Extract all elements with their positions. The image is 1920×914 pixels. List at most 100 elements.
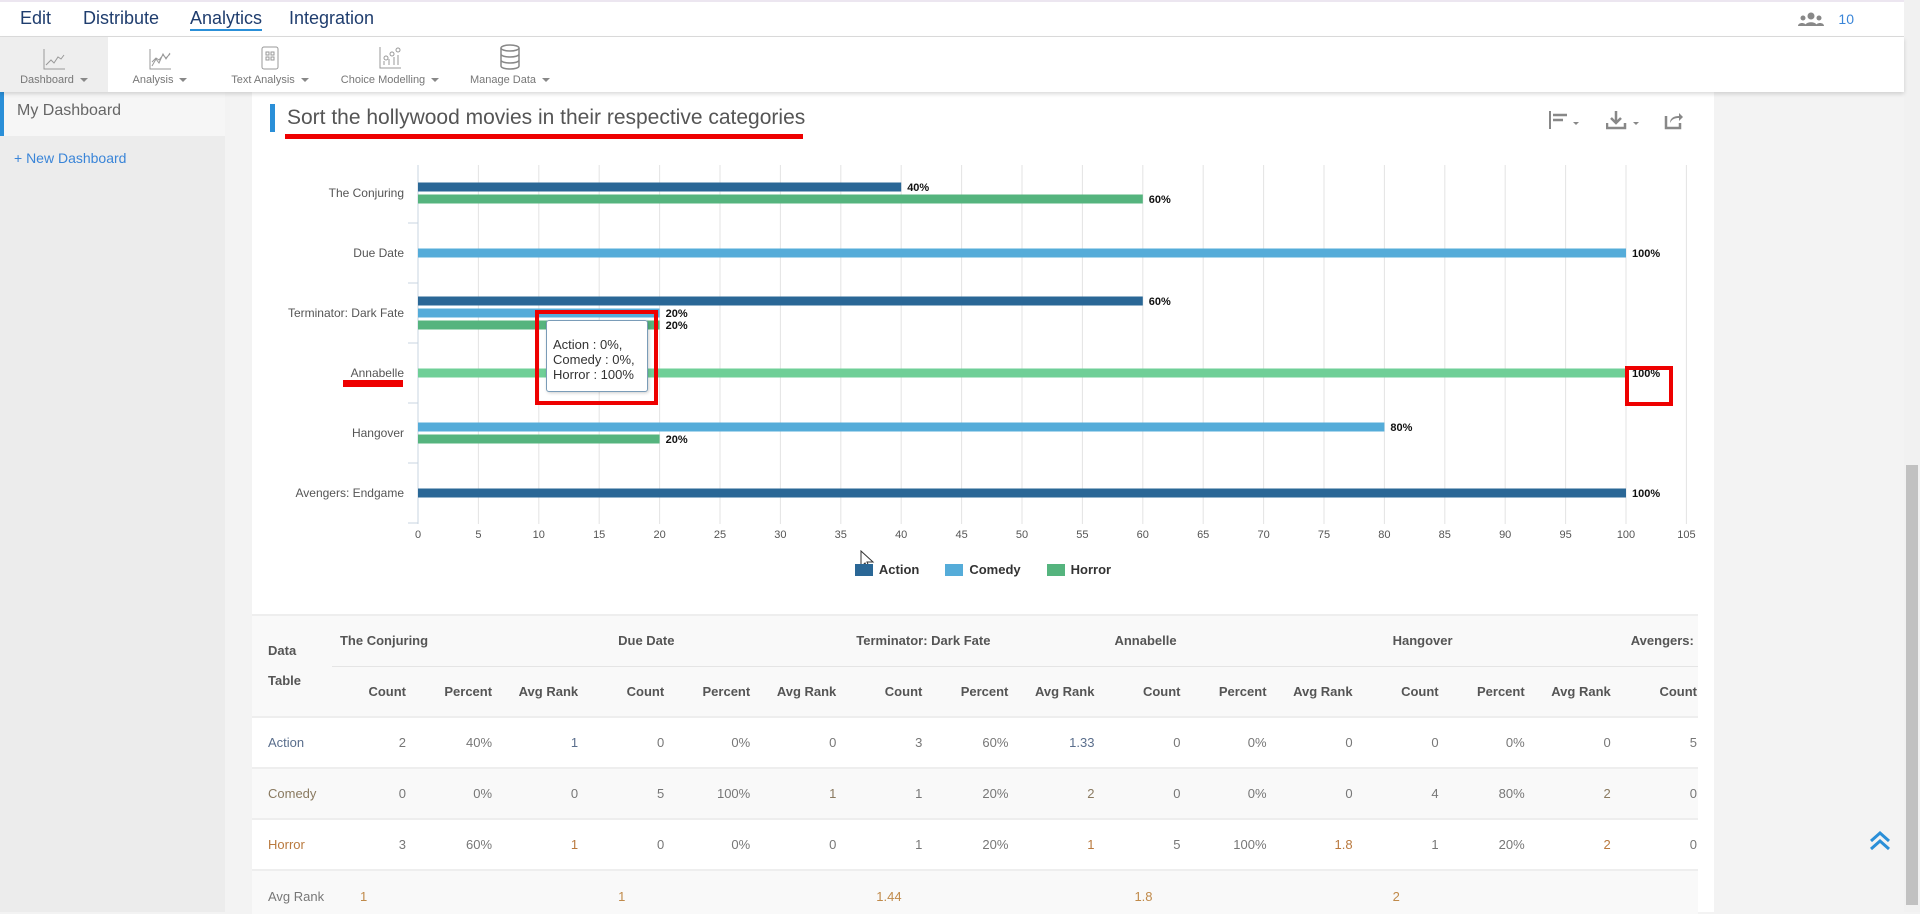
subheader: Avg Rank	[504, 666, 591, 717]
table-cell: 20%	[934, 818, 1021, 870]
subheader: Percent	[1450, 666, 1537, 717]
chart-legend: Action Comedy Horror	[252, 562, 1714, 577]
sidebar-item-my-dashboard[interactable]: My Dashboard	[0, 92, 225, 136]
table-cell: 40%	[418, 716, 505, 768]
row-label: Comedy	[252, 767, 332, 819]
table-cell: 0	[1106, 716, 1193, 768]
nav-distribute[interactable]: Distribute	[83, 8, 159, 29]
table-cell: 5	[590, 767, 677, 819]
table-cell: 0%	[418, 767, 505, 819]
row-label: Horror	[252, 818, 332, 870]
nav-edit[interactable]: Edit	[20, 8, 51, 29]
bar-comedy	[418, 248, 1626, 258]
tool-manage-data[interactable]: Manage Data	[460, 37, 560, 92]
legend-action[interactable]: Action	[854, 562, 919, 577]
subheader: Count	[848, 666, 935, 717]
scroll-to-top-icon[interactable]	[1868, 830, 1892, 852]
table-cell: 0%	[676, 716, 763, 768]
tooltip-line: Horror : 100%	[553, 367, 634, 382]
tool-analysis[interactable]: Analysis	[110, 37, 210, 92]
row-label: Avg Rank	[252, 869, 332, 914]
avg-rank-value: 2	[1364, 869, 1623, 914]
legend-horror[interactable]: Horror	[1046, 562, 1111, 577]
page-scrollbar[interactable]	[1904, 0, 1920, 912]
table-cell: 0	[762, 818, 849, 870]
avg-rank-value: 1	[590, 869, 849, 914]
annabelle-annotation-underline	[343, 380, 403, 387]
table-cell: 1	[848, 767, 935, 819]
table-cell: 3	[331, 818, 419, 870]
table-cell: 1	[504, 716, 591, 768]
table-cell: 0%	[1192, 716, 1279, 768]
legend-comedy[interactable]: Comedy	[945, 562, 1021, 577]
table-cell: 0	[1622, 767, 1698, 819]
table-cell: 5	[1622, 716, 1698, 768]
data-label: 80%	[1390, 422, 1412, 434]
data-table: Data Table The Conjuring Due Date Termin…	[252, 614, 1698, 914]
table-row: Comedy 0 0% 0 5 100% 1 1 20% 2 0 0% 0 4 80% 2 0	[252, 767, 1698, 819]
table-cell: 0	[331, 767, 419, 819]
x-tick-label: 30	[774, 529, 786, 541]
table-cell: 2	[1536, 818, 1623, 870]
table-cell: 0%	[676, 818, 763, 870]
avg-rank-value: 1.8	[1106, 869, 1365, 914]
x-tick-label: 105	[1677, 529, 1695, 541]
x-tick-label: 15	[593, 529, 605, 541]
table-cell: 1	[504, 818, 591, 870]
x-tick-label: 0	[415, 529, 421, 541]
row-label: Action	[252, 716, 332, 768]
value-annotation-box	[1625, 366, 1673, 406]
tool-label: Choice Modelling	[340, 74, 426, 86]
group-header: Hangover	[1364, 616, 1623, 667]
data-label: 60%	[1149, 296, 1171, 308]
table-cell: 0%	[1192, 767, 1279, 819]
scrollbar-thumb[interactable]	[1906, 465, 1918, 905]
x-tick-label: 10	[533, 529, 545, 541]
table-cell: 2	[1020, 767, 1107, 819]
tool-dashboard[interactable]: Dashboard	[0, 37, 108, 92]
tool-text-analysis[interactable]: Text Analysis	[210, 37, 330, 92]
data-label: 20%	[666, 320, 688, 332]
category-label: Terminator: Dark Fate	[288, 306, 404, 320]
x-tick-label: 90	[1499, 529, 1511, 541]
data-label: 40%	[907, 182, 929, 194]
panel-title: Sort the hollywood movies in their respe…	[270, 104, 805, 132]
table-cell: 100%	[1192, 818, 1279, 870]
x-tick-label: 50	[1016, 529, 1028, 541]
download-menu-button[interactable]	[1605, 110, 1642, 135]
x-tick-label: 35	[835, 529, 847, 541]
nav-analytics[interactable]: Analytics	[190, 8, 263, 31]
table-row: Horror 3 60% 1 0 0% 0 1 20% 1 5 100% 1.8 1 20% 2 0	[252, 818, 1698, 870]
nav-integration[interactable]: Integration	[289, 8, 374, 29]
x-tick-label: 100	[1617, 529, 1635, 541]
table-cell: 0	[590, 716, 677, 768]
line-chart-icon	[43, 49, 65, 70]
text-analysis-icon	[261, 46, 279, 70]
sort-menu-button[interactable]	[1548, 110, 1582, 135]
users-indicator[interactable]: 10	[1798, 11, 1854, 27]
chart-tooltip: Action : 0%, Comedy : 0%, Horror : 100%	[546, 320, 648, 392]
subheader: Percent	[1192, 666, 1279, 717]
x-tick-label: 65	[1197, 529, 1209, 541]
subheader: Count	[1106, 666, 1193, 717]
category-label: Due Date	[353, 246, 404, 260]
new-dashboard-link[interactable]: + New Dashboard	[0, 136, 225, 180]
x-tick-label: 80	[1378, 529, 1390, 541]
table-cell: 60%	[934, 716, 1021, 768]
share-button[interactable]	[1664, 110, 1684, 135]
subheader: Count	[1622, 666, 1698, 717]
title-annotation-underline	[285, 134, 803, 139]
x-tick-label: 60	[1137, 529, 1149, 541]
top-nav: Edit Distribute Analytics Integration 10	[0, 0, 1904, 37]
table-cell: 3	[848, 716, 935, 768]
category-label: Avengers: Endgame	[295, 486, 404, 500]
tool-choice-modelling[interactable]: Choice Modelling	[330, 37, 450, 92]
x-tick-label: 45	[955, 529, 967, 541]
user-count: 10	[1838, 11, 1854, 27]
subheader: Count	[590, 666, 677, 717]
data-label: 100%	[1632, 248, 1660, 260]
table-cell: 0	[1278, 716, 1365, 768]
x-tick-label: 95	[1559, 529, 1571, 541]
table-cell: 1	[1020, 818, 1107, 870]
category-label: Hangover	[352, 426, 404, 440]
